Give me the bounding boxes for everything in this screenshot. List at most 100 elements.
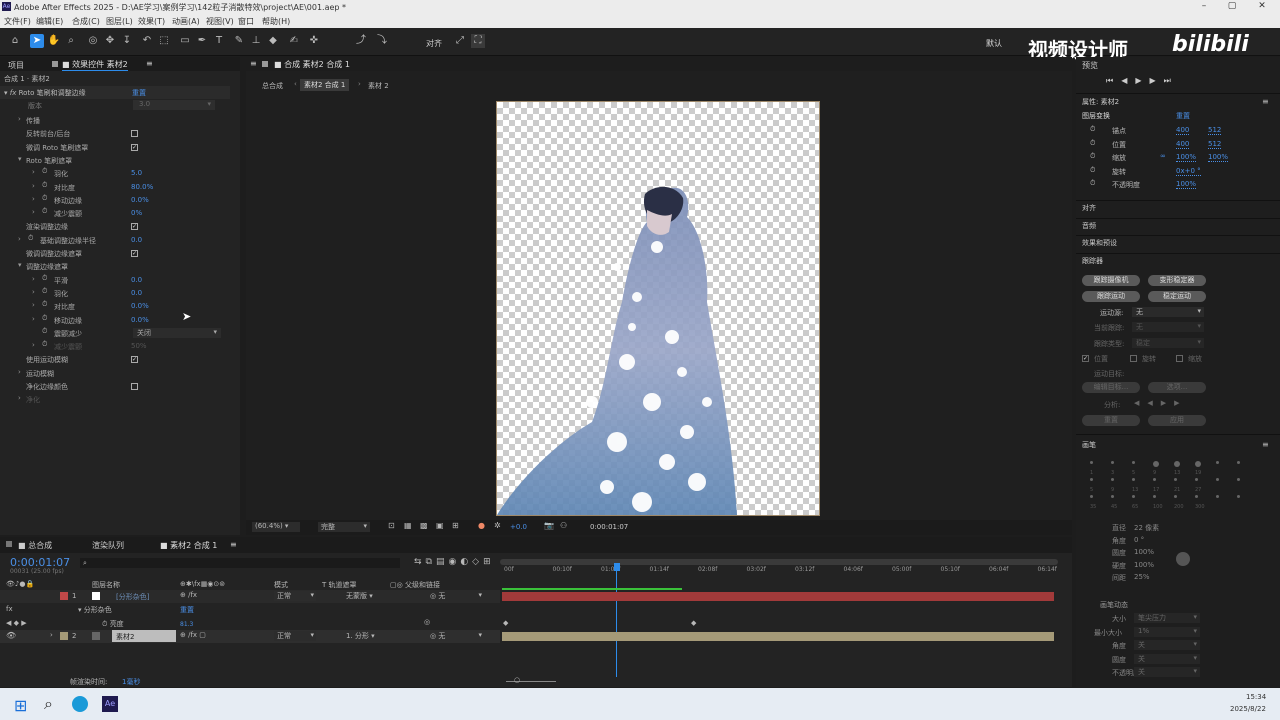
brush-dot-icon[interactable] — [1132, 478, 1135, 481]
effect-prop-row[interactable]: 微调调整边缘遮罩 ✓ — [0, 247, 230, 260]
effect-prop-row[interactable]: › ⏱ 对比度 0.0% — [0, 300, 230, 313]
expand-icon[interactable]: › — [32, 341, 35, 349]
region-icon[interactable]: ⊡ — [388, 521, 395, 530]
keyframe-2-icon[interactable]: ◆ — [691, 619, 696, 627]
playback-controls[interactable]: ⏮◀▶▶⏭ — [1106, 76, 1179, 86]
layer-row-2[interactable]: 👁 › 2 素材2 ⊕ ∕fx ▢ 正常 ▾ 1. 分形 ▾ ◎ 无 ▾ — [0, 630, 500, 643]
expand-icon[interactable]: › — [32, 195, 35, 203]
timeline-menu-icon[interactable]: ≡ — [230, 540, 237, 549]
tab-render-queue[interactable]: 渲染队列 — [92, 540, 124, 551]
tracker-reset-button[interactable]: 重置 — [1082, 415, 1140, 426]
stopwatch-icon[interactable]: ⏱ — [42, 287, 47, 296]
orbit-icon[interactable]: ◎ — [86, 34, 100, 48]
effect-prop-row[interactable]: 渲染调整边缘 ✓ — [0, 220, 230, 233]
layer-1-matte[interactable]: 无蒙版 ▾ — [330, 591, 386, 601]
tracker-checkbox[interactable]: ✓ — [1082, 355, 1089, 362]
brush-prop-value[interactable]: 100% — [1134, 561, 1154, 569]
section-title[interactable]: 效果和预设 — [1082, 238, 1117, 248]
rectangle-tool-icon[interactable]: ▭ — [178, 34, 192, 48]
effect-prop-value[interactable]: 0.0 — [131, 276, 142, 284]
roto-brush-icon[interactable]: ✍ — [287, 34, 301, 48]
grid-icon[interactable]: ▦ — [404, 521, 412, 530]
tracker-checkbox[interactable] — [1176, 355, 1183, 362]
layer-2-switches[interactable]: ⊕ ∕fx ▢ — [180, 631, 206, 639]
brush-dot-icon[interactable] — [1195, 495, 1198, 498]
menu-item-7[interactable]: 窗口 — [238, 16, 254, 27]
stopwatch-icon[interactable]: ⏱ — [42, 314, 47, 323]
maximize-icon[interactable]: ▢ — [1218, 1, 1246, 13]
track-type-dropdown[interactable]: 稳定 ▾ — [1132, 338, 1204, 348]
prop-stopwatch-icon[interactable]: ⏱ — [1090, 125, 1095, 134]
effect-prop-value[interactable]: 0.0 — [131, 236, 142, 244]
brush-prop-value[interactable]: 0 ° — [1134, 536, 1144, 544]
brush-dot-icon[interactable] — [1111, 495, 1114, 498]
effect-prop-row[interactable]: 净化边缘颜色 — [0, 380, 230, 393]
clone-stamp-icon[interactable]: ⊥ — [249, 34, 263, 48]
brush-dot-icon[interactable] — [1216, 478, 1219, 481]
apply-button[interactable]: 应用 — [1148, 415, 1206, 426]
effect-prop-dropdown[interactable]: 关闭 ▾ — [133, 327, 221, 338]
effect-prop-row[interactable]: ▾ 调整边缘遮罩 — [0, 260, 230, 273]
prop-value-1[interactable]: 100% — [1176, 153, 1197, 162]
prop-stopwatch-icon[interactable]: ⏱ — [1090, 179, 1095, 188]
prop-stopwatch-icon[interactable]: ⏱ — [1090, 152, 1095, 161]
prop-stopwatch-icon[interactable]: ⏱ — [1090, 166, 1095, 175]
layer-2-mode[interactable]: 正常 ▾ — [274, 631, 316, 641]
effect-prop-row[interactable]: 微调 Roto 笔刷遮罩 ✓ — [0, 141, 230, 154]
minimize-icon[interactable]: – — [1190, 1, 1218, 13]
expand-icon[interactable]: › — [32, 301, 35, 309]
brush-dot-icon[interactable] — [1174, 478, 1177, 481]
effect-checkbox[interactable] — [131, 130, 138, 138]
layer-2-matte[interactable]: 1. 分形 ▾ — [330, 631, 386, 641]
comp-lock-icon[interactable] — [262, 61, 268, 67]
text-tool-icon[interactable]: T — [212, 34, 226, 48]
workspace-label[interactable]: 默认 — [986, 38, 1002, 49]
layer-1-label-color[interactable] — [60, 592, 68, 600]
brush-dot-icon[interactable] — [1153, 495, 1156, 498]
motion-source-dropdown[interactable]: 无 ▾ — [1132, 307, 1204, 317]
collapse-icon[interactable]: ▾ — [18, 261, 22, 269]
expand-icon[interactable]: › — [32, 208, 35, 216]
sub-prop-value[interactable]: 81.3 — [180, 621, 193, 628]
prop-value-1[interactable]: 100% — [1176, 180, 1197, 189]
playhead-handle[interactable] — [614, 563, 620, 571]
effect-prop-row[interactable]: 反转前台/后台 — [0, 127, 230, 140]
layer-1-switches[interactable]: ⊕ ∕fx — [180, 591, 197, 599]
brush-dot-icon[interactable] — [1111, 478, 1114, 481]
windows-start-icon[interactable]: ⊞ — [14, 696, 27, 715]
timeline-lock-icon[interactable] — [6, 541, 12, 547]
mask-icon[interactable]: ▣ — [436, 521, 444, 530]
brush-prop-value[interactable]: 22 像素 — [1134, 523, 1159, 533]
effect-prop-row[interactable]: › ⏱ 减少震颤 0% — [0, 207, 230, 220]
brush-dyn-dropdown[interactable]: 关 ▾ — [1134, 640, 1200, 650]
brush-dot-icon[interactable] — [1132, 495, 1135, 498]
section-title[interactable]: 跟踪器 — [1082, 256, 1103, 266]
expand-icon[interactable]: › — [18, 115, 21, 123]
tab-sub-comp[interactable]: ■ 素材2 合成 1 — [160, 540, 217, 551]
effect-checkbox[interactable]: ✓ — [131, 250, 138, 257]
brush-dot-icon[interactable] — [1237, 495, 1240, 498]
stopwatch-icon[interactable]: ⏱ — [42, 167, 47, 176]
expand-icon[interactable]: › — [32, 275, 35, 283]
layer-2-label-color[interactable] — [60, 632, 68, 640]
timeline-search-input[interactable]: ⌕ — [80, 558, 400, 568]
transparency-grid-icon[interactable]: ▩ — [420, 521, 428, 530]
link-icon[interactable]: ∞ — [1160, 152, 1166, 160]
menu-item-3[interactable]: 图层(L) — [106, 16, 133, 27]
keyframe-nav-icon[interactable]: ◀ ◆ ▶ — [6, 619, 27, 627]
quality-dropdown[interactable]: 完整 ▾ — [318, 522, 370, 532]
expand-icon[interactable]: › — [32, 288, 35, 296]
snapshot-icon[interactable]: 📷 — [544, 521, 554, 530]
expand-icon[interactable]: › — [32, 315, 35, 323]
menu-item-0[interactable]: 文件(F) — [4, 16, 31, 27]
brush-dot-icon[interactable] — [1216, 495, 1219, 498]
menu-item-8[interactable]: 帮助(H) — [262, 16, 290, 27]
effect-prop-row[interactable]: › ⏱ 移动边缘 0.0% — [0, 194, 230, 207]
brush-dot-icon[interactable] — [1216, 461, 1219, 464]
brush-prop-value[interactable]: 100% — [1134, 548, 1154, 556]
brush-dyn-dropdown[interactable]: 关 ▾ — [1134, 667, 1200, 677]
effect-checkbox[interactable]: ✓ — [131, 143, 138, 151]
brush-tool-icon[interactable]: ✎ — [232, 34, 246, 48]
effect-reset[interactable]: 重置 — [132, 88, 146, 98]
home-icon[interactable]: ⌂ — [8, 34, 22, 48]
